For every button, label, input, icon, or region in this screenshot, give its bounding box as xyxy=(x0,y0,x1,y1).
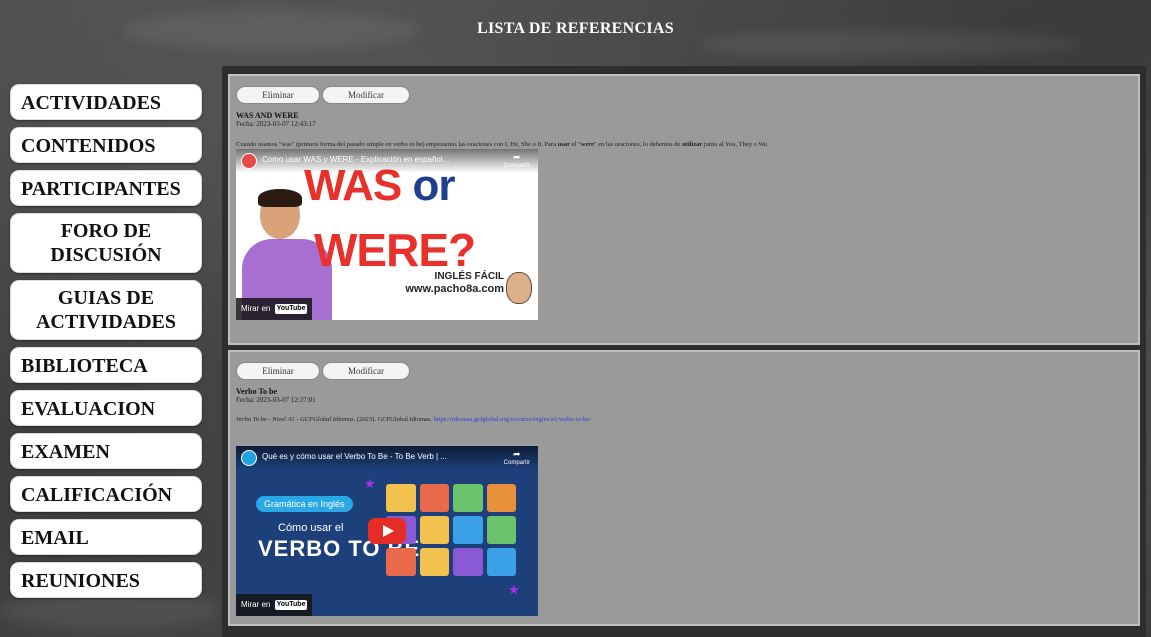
delete-button[interactable]: Eliminar xyxy=(236,86,320,104)
nav-calificacion[interactable]: CALIFICACIÓN xyxy=(10,476,202,512)
reference-card: Eliminar Modificar WAS AND WERE Fecha: 2… xyxy=(228,74,1140,345)
reference-date: Fecha: 2023-03-07 12:43:17 xyxy=(236,120,316,128)
nav-actividades[interactable]: ACTIVIDADES xyxy=(10,84,202,120)
nav-reuniones[interactable]: REUNIONES xyxy=(10,562,202,598)
youtube-play-icon[interactable] xyxy=(368,518,406,544)
nav-evaluacion[interactable]: EVALUACION xyxy=(10,390,202,426)
watch-on-youtube-button[interactable]: Mirar en YouTube xyxy=(236,594,313,616)
nav-examen[interactable]: EXAMEN xyxy=(10,433,202,469)
thumbnail-text: Cómo usar el xyxy=(278,522,344,534)
youtube-logo-icon: YouTube xyxy=(274,599,308,610)
video-title: Qué es y cómo usar el Verbo To Be - To B… xyxy=(262,452,447,461)
reference-citation: Verbo To be - Nivel A1 - GCFGlobal Idiom… xyxy=(236,416,591,423)
share-icon[interactable]: ➦ Compartir xyxy=(504,153,530,171)
thumbnail-brand: INGLÉS FÁCIL www.pacho8a.com xyxy=(405,271,504,295)
video-embed[interactable]: WAS or WERE? INGLÉS FÁCIL www.pacho8a.co… xyxy=(236,149,538,320)
nav-guias-de-actividades[interactable]: GUIAS DE ACTIVIDADES xyxy=(10,280,202,340)
reference-description: Cuando usamos "was" (primera forma del p… xyxy=(236,141,769,148)
nav-foro-de-discusion[interactable]: FORO DE DISCUSIÓN xyxy=(10,213,202,273)
reference-card: Eliminar Modificar Verbo To be Fecha: 20… xyxy=(228,350,1140,626)
star-icon: ★ xyxy=(364,476,376,491)
video-title-bar: Como usar WAS y WERE - Explicación en es… xyxy=(236,149,538,173)
nav-email[interactable]: EMAIL xyxy=(10,519,202,555)
video-embed[interactable]: Gramática en Inglés Cómo usar el VERBO T… xyxy=(236,446,538,616)
page-title: LISTA DE REFERENCIAS xyxy=(477,20,674,37)
citation-link[interactable]: https://idiomas.gcfglobal.org/es/curso/i… xyxy=(434,416,591,423)
watch-on-youtube-button[interactable]: Mirar en YouTube xyxy=(236,298,313,320)
reference-title: Verbo To be xyxy=(236,387,278,396)
star-icon: ★ xyxy=(508,582,520,597)
channel-avatar-icon[interactable] xyxy=(241,450,257,466)
video-title-bar: Qué es y cómo usar el Verbo To Be - To B… xyxy=(236,446,538,470)
thumbnail-text: WERE? xyxy=(314,224,476,276)
thumbnail-text: Gramática en Inglés xyxy=(256,496,353,512)
video-title: Como usar WAS y WERE - Explicación en es… xyxy=(262,155,450,164)
nav-contenidos[interactable]: CONTENIDOS xyxy=(10,127,202,163)
reference-date: Fecha: 2023-03-07 12:37:01 xyxy=(236,396,316,404)
channel-avatar-icon[interactable] xyxy=(241,153,257,169)
edit-button[interactable]: Modificar xyxy=(322,86,410,104)
share-icon[interactable]: ➦ Compartir xyxy=(504,450,530,468)
sidebar: ACTIVIDADES CONTENIDOS PARTICIPANTES FOR… xyxy=(10,84,202,605)
references-panel: Eliminar Modificar WAS AND WERE Fecha: 2… xyxy=(222,66,1146,637)
reference-title: WAS AND WERE xyxy=(236,111,299,120)
nav-biblioteca[interactable]: BIBLIOTECA xyxy=(10,347,202,383)
edit-button[interactable]: Modificar xyxy=(322,362,410,380)
youtube-logo-icon: YouTube xyxy=(274,303,308,314)
cartoon-avatar-icon xyxy=(506,272,532,304)
nav-participantes[interactable]: PARTICIPANTES xyxy=(10,170,202,206)
delete-button[interactable]: Eliminar xyxy=(236,362,320,380)
